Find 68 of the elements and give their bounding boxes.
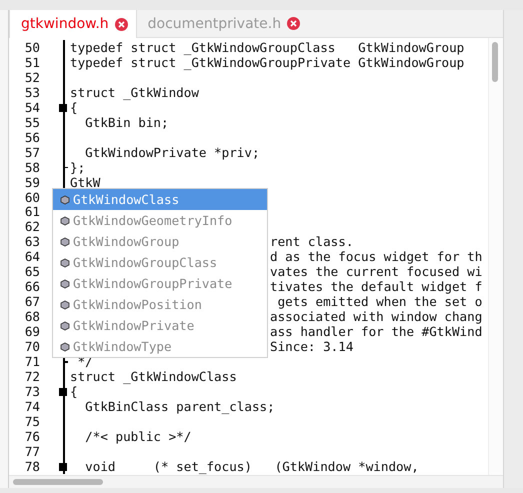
file-tab[interactable]: gtkwindow.h bbox=[9, 10, 137, 38]
code-line: void (* set_focus) (GtkWindow *window, bbox=[84, 458, 419, 474]
line-number: 73 bbox=[24, 384, 40, 399]
line-number: 55 bbox=[24, 114, 40, 130]
code-line: { bbox=[70, 384, 78, 399]
code-line: associated with window chang bbox=[270, 309, 482, 324]
line-number: 51 bbox=[24, 54, 40, 70]
struct-icon bbox=[60, 320, 70, 330]
struct-icon bbox=[60, 278, 70, 288]
code-line: vates the current focused wi bbox=[270, 264, 482, 280]
line-number: 78 bbox=[24, 458, 40, 474]
code-line: GtkBin bin; bbox=[84, 114, 169, 130]
struct-icon bbox=[60, 300, 70, 310]
line-number: 65 bbox=[24, 264, 40, 280]
line-number: 63 bbox=[24, 234, 40, 250]
completion-item[interactable]: GtkWindowClass bbox=[53, 189, 267, 210]
line-number: 66 bbox=[24, 279, 40, 294]
line-number: 57 bbox=[24, 144, 40, 160]
scrollbar-thumb[interactable] bbox=[492, 42, 498, 82]
struct-icon bbox=[60, 236, 70, 246]
struct-icon bbox=[60, 194, 70, 204]
code-line: struct _GtkWindowClass bbox=[70, 368, 237, 384]
line-number: 76 bbox=[24, 428, 40, 444]
code-line: GtkWindowPrivate *priv; bbox=[84, 144, 260, 160]
line-number: 54 bbox=[24, 100, 40, 115]
line-number: 52 bbox=[24, 70, 40, 85]
line-number: 72 bbox=[24, 368, 40, 384]
line-number: 56 bbox=[24, 130, 40, 145]
line-number: 74 bbox=[24, 398, 40, 414]
line-number: 70 bbox=[24, 339, 40, 354]
line-number: 53 bbox=[24, 84, 40, 100]
code-line: }; bbox=[70, 160, 86, 175]
scrollbar-thumb[interactable] bbox=[13, 479, 103, 485]
code-line: tivates the default widget f bbox=[270, 279, 482, 294]
line-number: 58 bbox=[24, 160, 40, 175]
file-tab[interactable]: documentprivate.h bbox=[136, 10, 308, 37]
code-line: Since: 3.14 bbox=[270, 339, 354, 354]
fold-marker-icon[interactable] bbox=[59, 462, 67, 471]
code-line: typedef struct _GtkWindowGroupPrivate GtkWindowGroup bbox=[70, 54, 464, 70]
line-number: 67 bbox=[24, 294, 40, 310]
code-line: GtkBinClass parent_class; bbox=[84, 398, 275, 414]
code-line: GtkW bbox=[70, 174, 100, 190]
struct-icon bbox=[60, 258, 70, 268]
close-icon[interactable] bbox=[114, 18, 128, 30]
code-line: d as the focus widget for th bbox=[270, 249, 482, 264]
line-number: 62 bbox=[24, 219, 40, 234]
fold-marker-icon[interactable] bbox=[59, 104, 67, 112]
line-number: 59 bbox=[24, 174, 40, 190]
line-number: 77 bbox=[24, 444, 40, 459]
struct-icon bbox=[60, 216, 70, 226]
code-line: /*< public >*/ bbox=[84, 428, 192, 444]
code-line: rent class. bbox=[270, 234, 354, 250]
code-line: { bbox=[70, 100, 78, 115]
line-number: 61 bbox=[24, 204, 40, 220]
struct-icon bbox=[60, 342, 70, 352]
code-line: struct _GtkWindow bbox=[70, 84, 199, 100]
code-line: ass handler for the #GtkWind bbox=[270, 324, 482, 340]
line-number: 71 bbox=[24, 354, 40, 369]
line-number: 50 bbox=[24, 40, 40, 55]
code-line: gets emitted when the set o bbox=[276, 294, 482, 310]
line-number: 68 bbox=[24, 309, 40, 324]
line-number: 60 bbox=[24, 190, 40, 205]
fold-marker-icon[interactable] bbox=[59, 388, 67, 396]
line-number: 75 bbox=[24, 414, 40, 429]
line-number: 69 bbox=[24, 324, 40, 340]
code-line: typedef struct _GtkWindowGroupClass GtkWindowGroup bbox=[70, 40, 464, 55]
close-icon[interactable] bbox=[287, 17, 300, 30]
line-number: 64 bbox=[24, 249, 40, 264]
